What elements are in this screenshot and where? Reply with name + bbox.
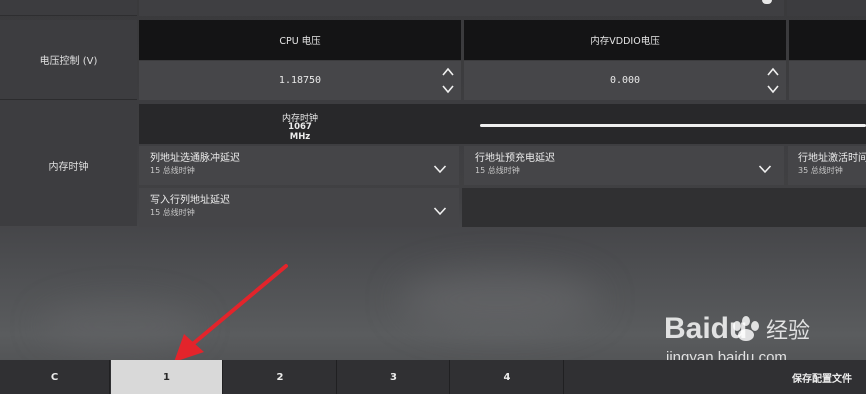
dropdown-value: 15 总线时钟 [150,208,195,217]
cas-latency-dropdown[interactable]: 列地址选通脉冲延迟 15 总线时钟 [139,146,459,185]
profile-tab-bar: C 1 2 3 4 保存配置文件 [0,360,866,394]
cpu-voltage-header: CPU 电压 [139,20,461,60]
vddio-voltage-header: 内存VDDIO电压 [464,20,786,60]
previous-row-slider[interactable] [139,0,784,16]
tab-1-selected[interactable]: 1 [111,360,223,394]
watermark-cn: 经验 [766,319,810,344]
next-column-header [789,20,866,60]
memory-clock-value: 1067 MHz [288,122,312,142]
dropdown-title: 行地址预充电延迟 [475,153,555,164]
dropdown-value: 15 总线时钟 [475,166,520,175]
memory-clock-label: 内存时钟 [0,104,137,226]
memory-clock-slider[interactable] [480,124,866,127]
dropdown-title: 列地址选通脉冲延迟 [150,153,240,164]
dropdown-value: 35 总线时钟 [798,166,843,175]
chevron-down-icon[interactable] [758,159,772,174]
background-blur [400,270,600,330]
chevron-down-icon[interactable] [433,201,447,216]
next-column-stepper[interactable] [789,61,866,100]
empty-cell [462,188,866,227]
chevron-down-icon[interactable] [433,159,447,174]
chevron-up-icon[interactable] [766,65,780,79]
save-profile-button[interactable]: 保存配置文件 [565,360,866,394]
cpu-voltage-stepper[interactable]: 1.18750 [139,61,461,100]
dropdown-title: 行地址激活时间 [798,153,866,164]
cpu-voltage-value[interactable]: 1.18750 [279,75,321,86]
previous-row-label [0,0,137,16]
tab-c[interactable]: C [0,360,110,394]
dropdown-title: 写入行列地址延迟 [150,195,230,206]
dropdown-value: 15 总线时钟 [150,166,195,175]
previous-row-right [787,0,866,16]
tab-2[interactable]: 2 [224,360,337,394]
tab-4[interactable]: 4 [451,360,564,394]
chevron-down-icon[interactable] [766,82,780,96]
chevron-down-icon[interactable] [441,82,455,96]
vddio-voltage-value[interactable]: 0.000 [610,75,640,86]
chevron-up-icon[interactable] [441,65,455,79]
tab-3[interactable]: 3 [338,360,450,394]
voltage-control-label: 电压控制 (V) [0,20,137,100]
ras-to-cas-delay-dropdown[interactable]: 写入行列地址延迟 15 总线时钟 [139,188,459,227]
ras-precharge-dropdown[interactable]: 行地址预充电延迟 15 总线时钟 [464,146,784,185]
vddio-voltage-stepper[interactable]: 0.000 [464,61,786,100]
ras-active-time-dropdown[interactable]: 行地址激活时间 35 总线时钟 [788,146,866,185]
red-arrow-annotation [174,264,288,362]
baidu-jingyan-watermark: Baidu 经验 jingyan.baidu.com [662,296,862,368]
